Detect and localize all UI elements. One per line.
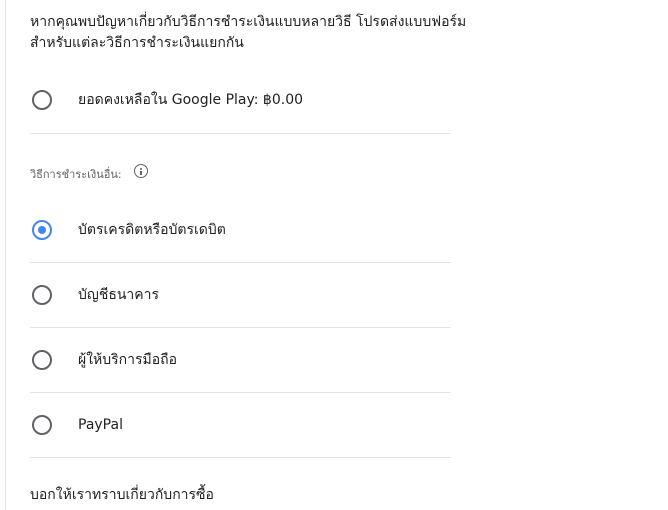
option-mobile-carrier[interactable]: ผู้ให้บริการมือถือ [30, 328, 451, 392]
option-label-credit-debit-card: บัตรเครดิตหรือบัตรเดบิต [78, 222, 226, 238]
option-credit-debit-card[interactable]: บัตรเครดิตหรือบัตรเดบิต [30, 198, 451, 262]
option-google-play-balance[interactable]: ยอดคงเหลือใน Google Play: ฿0.00 [30, 68, 451, 132]
radio-mobile-carrier[interactable] [32, 350, 52, 370]
radio-credit-debit-card[interactable] [32, 220, 52, 240]
payment-method-form: หากคุณพบปัญหาเกี่ยวกับวิธีการชำระเงินแบบ… [0, 0, 668, 510]
purchase-info-heading: บอกให้เราทราบเกี่ยวกับการซื้อ [30, 487, 214, 503]
option-paypal[interactable]: PayPal [30, 393, 451, 457]
other-methods-label: วิธีการชำระเงินอื่น: [30, 168, 122, 181]
radio-bank-account[interactable] [32, 285, 52, 305]
radio-google-play-balance[interactable] [32, 90, 52, 110]
divider [30, 457, 451, 458]
radio-paypal[interactable] [32, 415, 52, 435]
option-bank-account[interactable]: บัญชีธนาคาร [30, 263, 451, 327]
option-label-paypal: PayPal [78, 417, 123, 433]
left-border [5, 0, 6, 510]
intro-text: หากคุณพบปัญหาเกี่ยวกับวิธีการชำระเงินแบบ… [30, 14, 467, 51]
option-label-bank-account: บัญชีธนาคาร [78, 287, 160, 303]
divider [30, 133, 451, 134]
info-icon[interactable] [134, 164, 148, 178]
option-label-google-play-balance: ยอดคงเหลือใน Google Play: ฿0.00 [78, 92, 304, 108]
option-label-mobile-carrier: ผู้ให้บริการมือถือ [78, 352, 178, 368]
